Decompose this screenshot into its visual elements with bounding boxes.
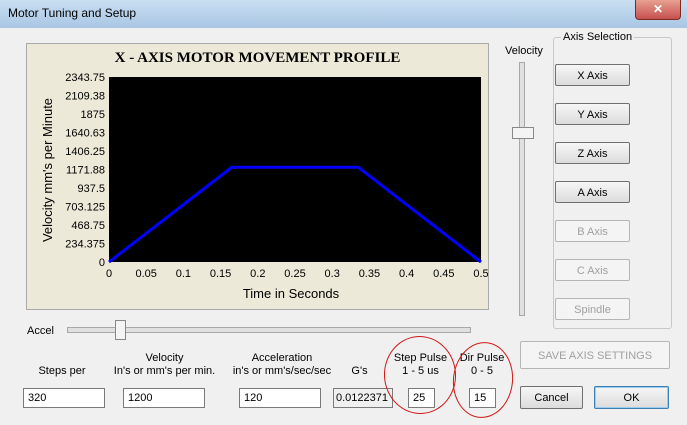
- velocity-label: Velocity: [145, 352, 184, 364]
- velocity-units-label: In's or mm's per min.: [113, 365, 216, 377]
- x-tick-label: 0.05: [135, 268, 156, 280]
- velocity-slider-thumb[interactable]: [512, 127, 534, 140]
- y-tick-label: 937.5: [77, 183, 105, 195]
- y-tick-label: 1875: [81, 109, 105, 121]
- acceleration-label: Acceleration: [251, 352, 313, 364]
- x-tick-label: 0.25: [284, 268, 305, 280]
- x-tick-label: 0: [106, 268, 112, 280]
- accel-slider-label: Accel: [27, 325, 54, 337]
- y-tick-label: 2109.38: [65, 90, 105, 102]
- x-axis-button[interactable]: X Axis: [555, 64, 630, 86]
- a-axis-button[interactable]: A Axis: [555, 181, 630, 203]
- x-tick-label: 0.4: [399, 268, 414, 280]
- cancel-button[interactable]: Cancel: [520, 386, 583, 409]
- axis-selection-label: Axis Selection: [561, 31, 635, 43]
- y-tick-label: 703.125: [65, 202, 105, 214]
- accel-slider-thumb[interactable]: [115, 320, 127, 340]
- x-tick-label: 0.1: [176, 268, 191, 280]
- save-axis-settings-button[interactable]: SAVE AXIS SETTINGS: [520, 341, 670, 369]
- gs-field: [333, 388, 393, 408]
- ok-button[interactable]: OK: [594, 386, 669, 409]
- acceleration-units-label: in's or mm's/sec/sec: [232, 365, 332, 377]
- velocity-slider-track[interactable]: [519, 62, 525, 316]
- x-axis-label: Time in Seconds: [243, 286, 340, 301]
- x-tick-label: 0.5: [473, 268, 488, 280]
- plot-area: [109, 77, 481, 262]
- x-tick-label: 0.45: [433, 268, 454, 280]
- motor-tuning-window: Motor Tuning and Setup ✕ X - AXIS MOTOR …: [0, 0, 687, 425]
- c-axis-button[interactable]: C Axis: [555, 259, 630, 281]
- y-axis-label: Velocity mm's per Minute: [40, 98, 55, 242]
- x-tick-label: 0.2: [250, 268, 265, 280]
- acceleration-field[interactable]: [239, 388, 321, 408]
- x-tick-label: 0.3: [325, 268, 340, 280]
- steps-per-label: Steps per: [38, 365, 86, 377]
- y-tick-label: 1406.25: [65, 146, 105, 158]
- y-tick-label: 1171.88: [66, 164, 105, 176]
- y-tick-label: 234.375: [65, 239, 105, 251]
- title-bar[interactable]: Motor Tuning and Setup ✕: [0, 0, 687, 28]
- gs-label: G's: [351, 365, 368, 377]
- b-axis-button[interactable]: B Axis: [555, 220, 630, 242]
- y-tick-label: 2343.75: [65, 72, 105, 84]
- spindle-button[interactable]: Spindle: [555, 298, 630, 320]
- x-tick-label: 0.15: [210, 268, 231, 280]
- movement-profile-chart: X - AXIS MOTOR MOVEMENT PROFILE Velocity…: [26, 43, 489, 310]
- y-tick-label: 0: [99, 257, 105, 269]
- velocity-slider-label: Velocity: [505, 45, 543, 57]
- window-title: Motor Tuning and Setup: [8, 6, 137, 20]
- y-tick-label: 468.75: [71, 220, 105, 232]
- close-icon[interactable]: ✕: [635, 0, 681, 20]
- y-tick-labels: 0 234.375 468.75 703.125 937.5 1171.88 1406.25…: [65, 72, 105, 269]
- y-axis-button[interactable]: Y Axis: [555, 103, 630, 125]
- steps-per-field[interactable]: [23, 388, 105, 408]
- z-axis-button[interactable]: Z Axis: [555, 142, 630, 164]
- y-tick-label: 1640.63: [65, 127, 105, 139]
- chart-svg: Velocity mm's per Minute Time in Seconds…: [40, 72, 488, 301]
- velocity-field[interactable]: [123, 388, 205, 408]
- accel-slider-track[interactable]: [67, 327, 471, 333]
- x-tick-labels: 0 0.05 0.1 0.15 0.2 0.25 0.3 0.35 0.4 0.45 0.5: [106, 268, 488, 280]
- x-tick-label: 0.35: [359, 268, 380, 280]
